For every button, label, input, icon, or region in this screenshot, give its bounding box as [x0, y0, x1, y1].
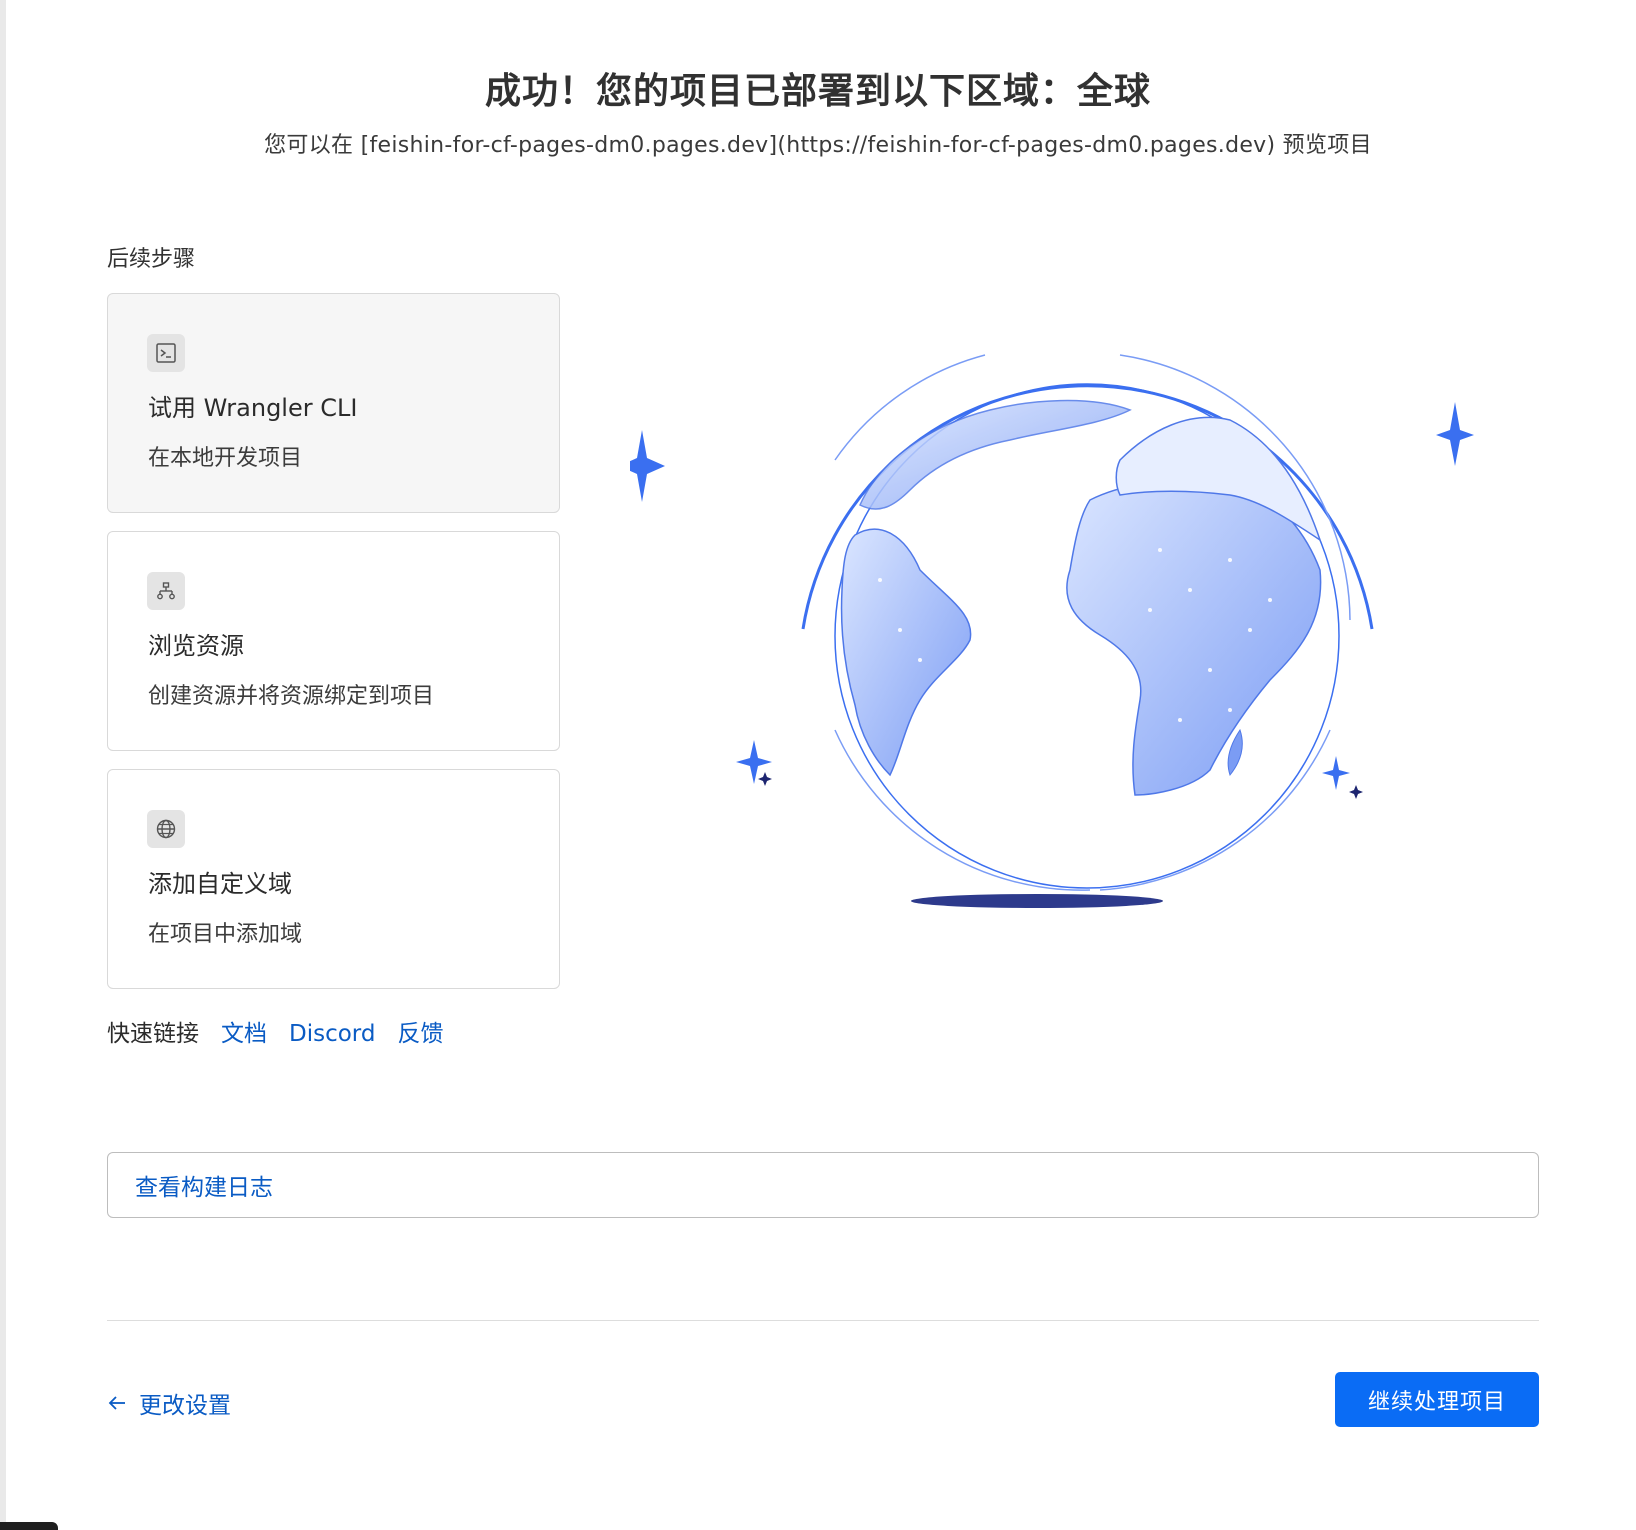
next-steps-heading: 后续步骤: [107, 247, 196, 272]
card-wrangler-cli[interactable]: 试用 Wrangler CLI 在本地开发项目: [107, 293, 560, 513]
footer-divider: [107, 1320, 1539, 1321]
card-description: 在本地开发项目: [148, 446, 303, 471]
terminal-icon: [147, 334, 185, 372]
continue-project-button[interactable]: 继续处理项目: [1335, 1372, 1539, 1427]
build-log-toggle[interactable]: 查看构建日志: [107, 1152, 1539, 1218]
change-settings-label: 更改设置: [139, 1393, 231, 1419]
card-title: 试用 Wrangler CLI: [148, 394, 358, 422]
card-description: 在项目中添加域: [148, 922, 303, 947]
card-title: 添加自定义域: [148, 870, 292, 898]
feedback-link[interactable]: 反馈: [397, 1014, 443, 1048]
page-title: 成功！您的项目已部署到以下区域：全球: [484, 71, 1151, 112]
docs-link[interactable]: 文档: [221, 1014, 267, 1048]
quick-links: 快速链接 文档 Discord 反馈: [107, 1014, 443, 1048]
change-settings-link[interactable]: 更改设置: [107, 1386, 231, 1420]
card-browse-resources[interactable]: 浏览资源 创建资源并将资源绑定到项目: [107, 531, 560, 751]
preview-url-text: 您可以在 [feishin-for-cf-pages-dm0.pages.dev…: [264, 133, 1372, 158]
arrow-left-icon: [108, 1396, 125, 1410]
globe-icon: [147, 810, 185, 848]
card-title: 浏览资源: [148, 632, 244, 660]
window-edge: [0, 0, 6, 1530]
quick-links-label: 快速链接: [107, 1021, 199, 1047]
card-custom-domain[interactable]: 添加自定义域 在项目中添加域: [107, 769, 560, 989]
card-description: 创建资源并将资源绑定到项目: [148, 684, 435, 709]
globe-illustration: [611, 330, 1560, 970]
corner-mark: [0, 1522, 58, 1530]
sitemap-icon: [147, 572, 185, 610]
discord-link[interactable]: Discord: [289, 1021, 375, 1047]
build-log-label: 查看构建日志: [135, 1175, 273, 1201]
